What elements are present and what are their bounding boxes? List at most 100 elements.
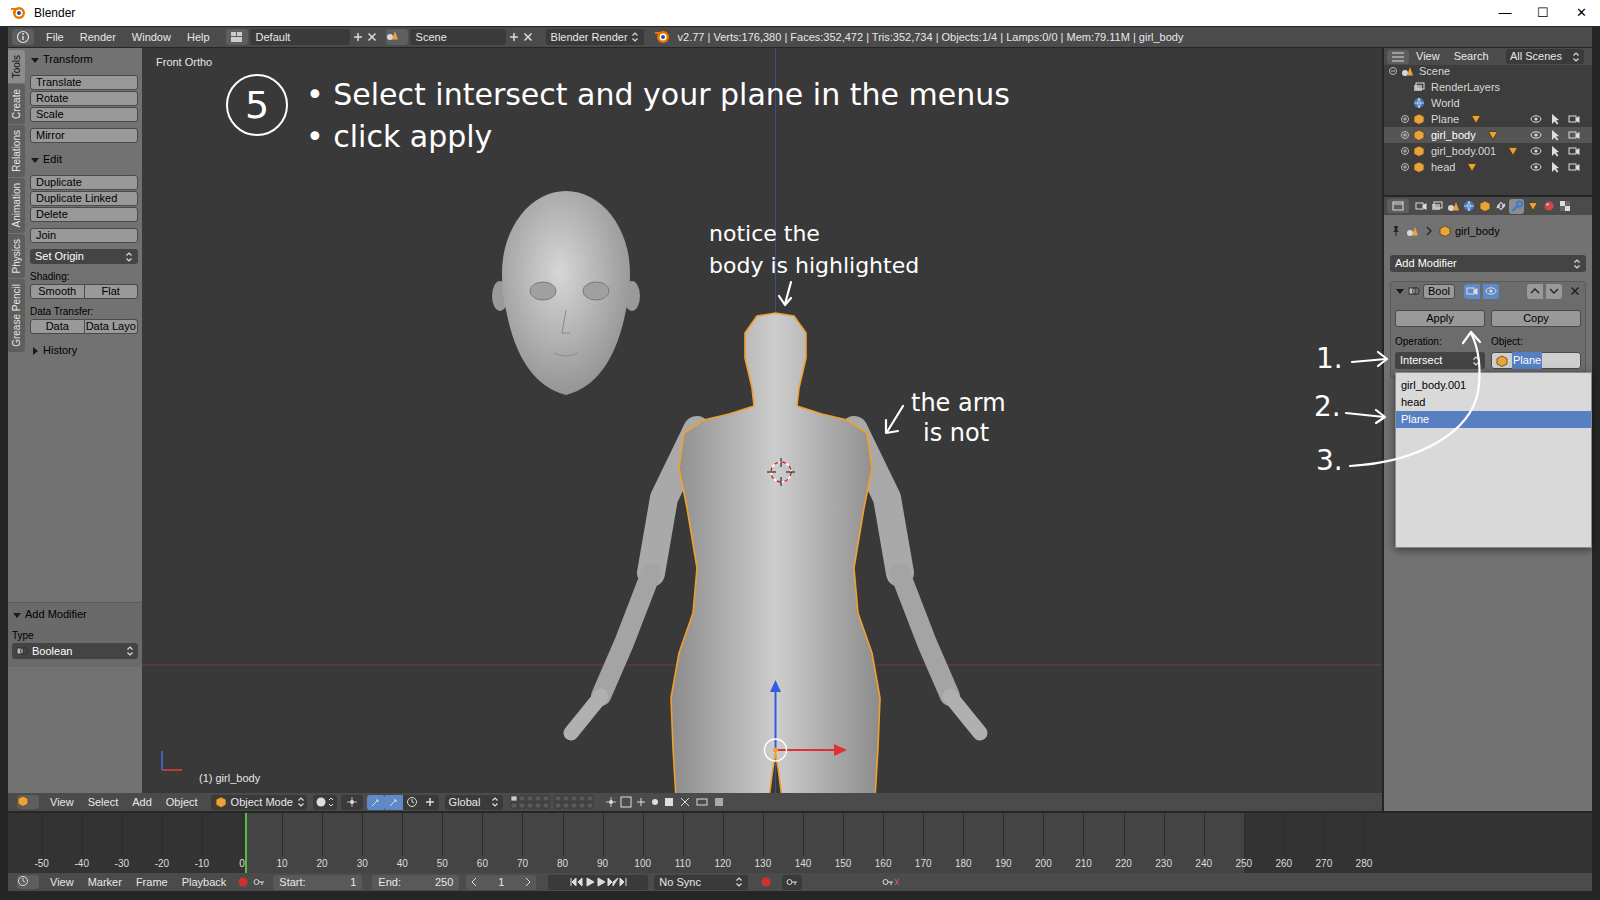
layout-field[interactable]: Default [250,29,350,45]
world-tab-icon[interactable] [1461,199,1476,214]
move-up-icon [1527,284,1543,299]
tool-button[interactable]: Flat [85,284,139,299]
menu-item[interactable]: Add [125,794,159,811]
tool-button[interactable]: Translate [30,75,138,90]
transform-manipulator[interactable] [765,680,848,761]
menu-item[interactable]: Playback [175,874,234,891]
object-label: Object: [1491,336,1581,348]
menu-item[interactable]: File [38,29,72,46]
menu-item[interactable]: View [43,874,81,891]
3d-cursor[interactable] [767,458,795,486]
grid-line [442,813,443,856]
outliner-row[interactable]: World [1384,95,1592,111]
frame-tick-label: 50 [422,858,462,870]
grid-line [402,813,403,856]
material-tab-icon[interactable] [1541,199,1556,214]
shelf-tab[interactable]: Tools [8,50,25,83]
search-result-item[interactable]: head [1396,394,1591,411]
tool-button[interactable]: Duplicate [30,175,138,190]
menu-item[interactable]: Help [179,29,218,46]
object-field[interactable]: Plane [1491,352,1581,369]
operator-type-dropdown[interactable]: Boolean [12,643,138,659]
copy-button[interactable]: Copy [1491,310,1581,327]
tool-button[interactable]: Delete [30,207,138,222]
tool-button[interactable]: Join [30,228,138,243]
render-engine-dropdown[interactable]: Blender Render [546,29,644,45]
apply-button[interactable]: Apply [1395,310,1485,327]
current-frame-field[interactable]: 1 [466,875,536,890]
end-frame-field[interactable]: End:250 [372,875,459,890]
mode-dropdown[interactable]: Object Mode [211,795,307,810]
outliner-row[interactable]: girl_body [1384,127,1592,143]
menu-item[interactable]: View [1409,48,1447,65]
tool-button[interactable]: Mirror [30,128,138,143]
menu-item[interactable]: Frame [129,874,175,891]
menu-item[interactable]: Search [1447,48,1496,65]
blender-logo-icon [10,4,28,22]
menu-item[interactable]: Object [159,794,205,811]
render-layers-tab-icon[interactable] [1429,199,1444,214]
preview-range-icon [237,876,249,888]
menu-item[interactable]: Select [81,794,126,811]
menu-item[interactable]: Marker [81,874,129,891]
outliner-row[interactable]: Plane [1384,111,1592,127]
shelf-tab[interactable]: Physics [8,234,25,278]
constraints-tab-icon[interactable] [1493,199,1508,214]
maximize-button[interactable]: ☐ [1524,0,1562,26]
menu-item[interactable]: Render [72,29,124,46]
body-figure[interactable] [671,313,880,793]
shelf-tab[interactable]: Grease Pencil [8,279,25,352]
tool-button[interactable]: Data [30,319,85,334]
minimize-button[interactable]: — [1486,0,1524,26]
scene-tab-icon[interactable] [1445,199,1460,214]
operator-type-label: Type [12,628,138,641]
timeline-ruler[interactable]: -50-40-30-20-100102030405060708090100110… [8,813,1592,873]
outliner-filter-dropdown[interactable]: All Scenes [1506,49,1584,64]
blender-logo-icon [654,28,672,46]
modifier-name-field[interactable]: Bool [1423,284,1455,299]
shelf-tab[interactable]: Relations [8,125,25,177]
current-frame-line[interactable] [245,813,247,873]
operator-panel-header[interactable]: Add Modifier [12,606,138,623]
search-result-item[interactable]: Plane [1396,411,1591,428]
tool-button[interactable]: Data Layo [85,319,139,334]
tool-button[interactable]: Rotate [30,91,138,106]
marker-3-arrow [1350,332,1480,466]
add-modifier-dropdown[interactable]: Add Modifier [1390,255,1586,272]
tool-button[interactable]: Smooth [30,284,85,299]
start-frame-field[interactable]: Start:1 [273,875,362,890]
menu-item[interactable]: View [43,794,81,811]
tool-button[interactable]: Scale [30,107,138,122]
outliner-row[interactable]: head [1384,159,1592,175]
close-button[interactable]: ✕ [1562,0,1600,26]
shelf-tab[interactable]: Animation [8,178,25,232]
data-tab-icon[interactable] [1525,199,1540,214]
sync-dropdown[interactable]: No Sync [654,875,748,890]
start-frame-value: 1 [350,874,356,891]
outliner-row[interactable]: girl_body.001 [1384,143,1592,159]
render-tab-icon[interactable] [1413,199,1428,214]
modifiers-tab-icon[interactable] [1509,199,1524,214]
panel-header[interactable]: History [30,342,138,359]
grid-line [1324,813,1325,856]
outliner-row[interactable]: Scene [1384,65,1592,79]
panel-header[interactable]: Edit [30,151,138,168]
scene-field[interactable]: Scene [410,29,506,45]
viewport-canvas[interactable]: Front Ortho(1) girl_body5• Select inters… [142,48,1382,793]
panel-header[interactable]: Transform [30,51,138,68]
head-figure[interactable] [492,191,640,395]
operation-dropdown[interactable]: Intersect [1395,352,1485,369]
search-result-item[interactable]: girl_body.001 [1396,377,1591,394]
tool-dropdown[interactable]: Set Origin [30,249,138,264]
arm-arrow [886,406,903,433]
tool-button[interactable]: Duplicate Linked [30,191,138,206]
frame-tick-label: 120 [703,858,743,870]
shelf-tab[interactable]: Create [8,84,25,124]
menu-item[interactable]: Window [124,29,179,46]
orientation-dropdown[interactable]: Global [445,795,503,810]
texture-tab-icon[interactable] [1557,199,1572,214]
outliner-row[interactable]: RenderLayers [1384,79,1592,95]
button-group: Join [30,228,138,243]
object-tab-icon[interactable] [1477,199,1492,214]
object-icon [1413,113,1426,125]
